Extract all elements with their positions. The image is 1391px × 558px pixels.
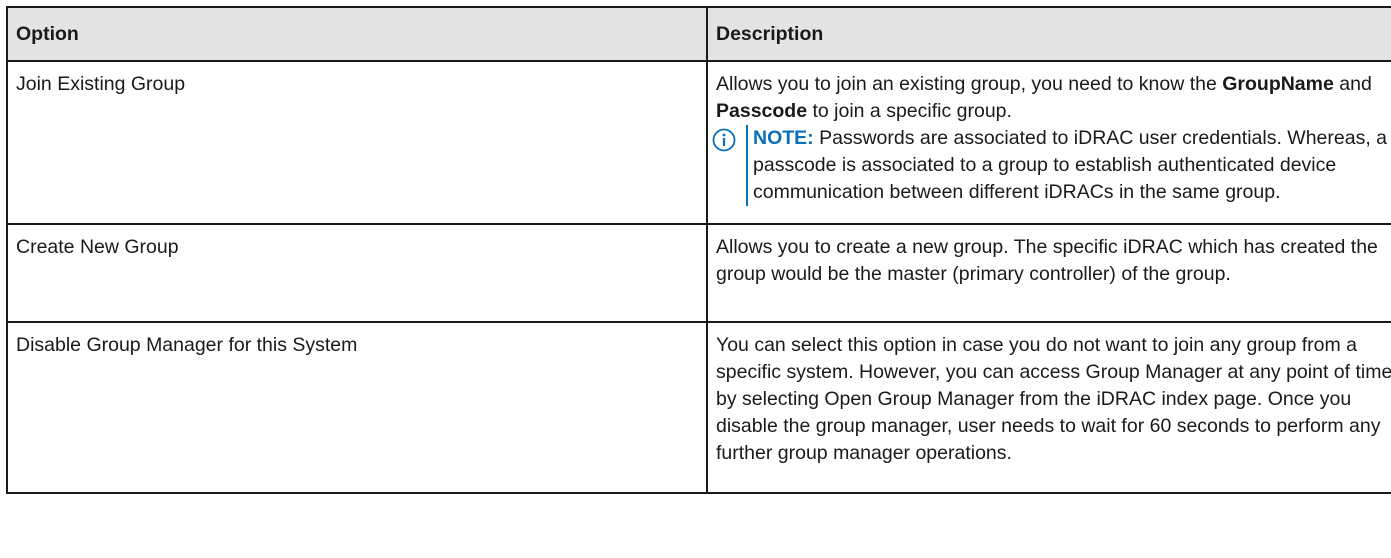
table-row: Create New Group Allows you to create a … bbox=[6, 223, 1391, 323]
description-text: You can select this option in case you d… bbox=[716, 334, 1391, 464]
note-text: Passwords are associated to iDRAC user c… bbox=[753, 127, 1388, 203]
options-table: Option Description Join Existing Group A… bbox=[6, 6, 1391, 494]
groupname-term: GroupName bbox=[1222, 73, 1334, 95]
note-box: NOTE: Passwords are associated to iDRAC … bbox=[712, 125, 1391, 206]
table-row: Join Existing Group Allows you to join a… bbox=[6, 60, 1391, 225]
passcode-term: Passcode bbox=[716, 100, 808, 122]
option-label: Create New Group bbox=[16, 236, 179, 258]
option-label: Join Existing Group bbox=[16, 73, 186, 95]
option-cell: Disable Group Manager for this System bbox=[6, 321, 708, 494]
description-column-header: Description bbox=[706, 6, 1391, 62]
description-text: Allows you to create a new group. The sp… bbox=[716, 236, 1378, 285]
description-cell: Allows you to join an existing group, yo… bbox=[706, 60, 1391, 225]
header-row: Option Description bbox=[6, 6, 1391, 62]
option-column-header: Option bbox=[6, 6, 708, 62]
option-label: Disable Group Manager for this System bbox=[16, 334, 358, 356]
description-cell: You can select this option in case you d… bbox=[706, 321, 1391, 494]
description-cell: Allows you to create a new group. The sp… bbox=[706, 223, 1391, 323]
option-cell: Join Existing Group bbox=[6, 60, 708, 225]
option-cell: Create New Group bbox=[6, 223, 708, 323]
note-body: NOTE: Passwords are associated to iDRAC … bbox=[746, 125, 1391, 206]
table-row: Disable Group Manager for this System Yo… bbox=[6, 321, 1391, 494]
description-text: Allows you to join an existing group, yo… bbox=[716, 73, 1372, 122]
info-circle-icon bbox=[712, 128, 736, 152]
note-label: NOTE: bbox=[753, 127, 814, 149]
